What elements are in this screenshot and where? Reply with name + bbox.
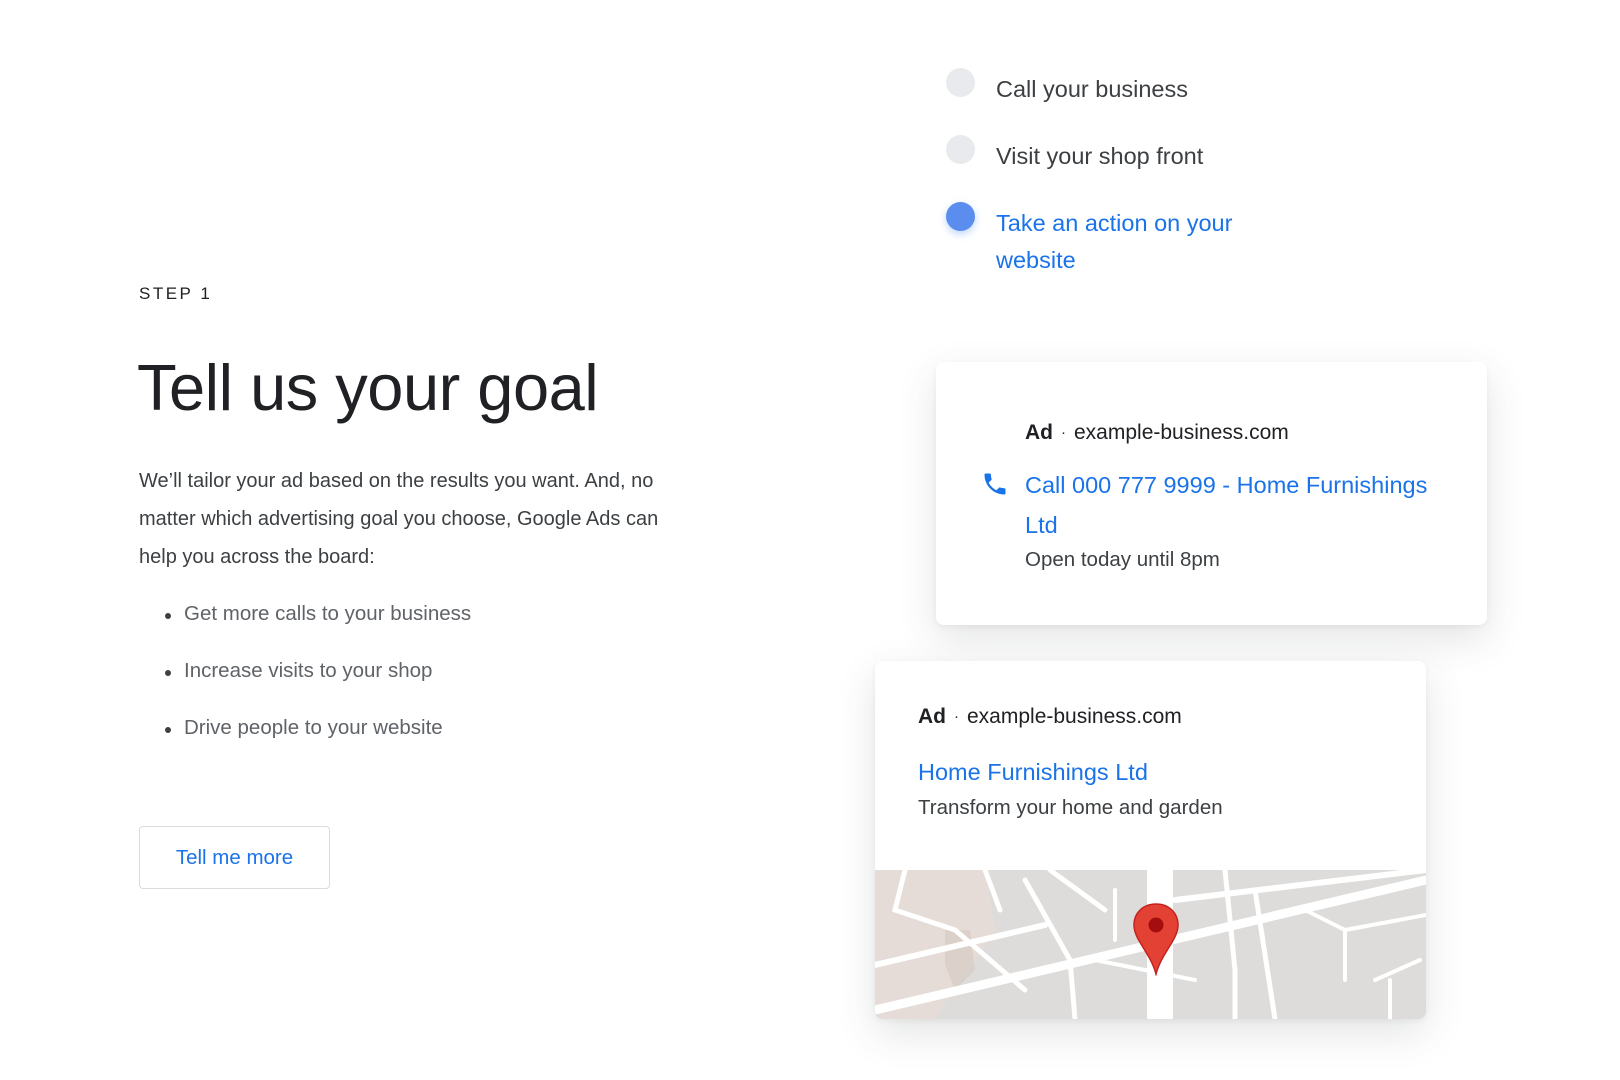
ad-domain: example-business.com (1074, 421, 1289, 444)
goal-option-label: Call your business (996, 76, 1189, 102)
bullet-icon (165, 670, 171, 676)
page: STEP 1 Tell us your goal We’ll tailor yo… (0, 0, 1620, 1080)
ad-domain: example-business.com (967, 705, 1182, 728)
tell-me-more-button[interactable]: Tell me more (139, 826, 330, 889)
ad-badge: Ad (918, 705, 946, 728)
bullet-icon (165, 727, 171, 733)
goal-option-label: Take an action on your website (996, 210, 1233, 273)
ad-badge: Ad (1025, 421, 1053, 444)
page-title: Tell us your goal (137, 351, 599, 424)
call-ad-title-link[interactable]: Call 000 777 9999 - Home Furnishings Ltd (1025, 465, 1455, 545)
goal-description: We’ll tailor your ad based on the result… (139, 470, 659, 568)
call-ad-hours: Open today until 8pm (1025, 548, 1220, 571)
goal-option-label: Visit your shop front (996, 143, 1204, 169)
separator: · (954, 708, 959, 725)
radio-icon[interactable] (946, 68, 975, 97)
bullet-icon (165, 613, 171, 619)
call-ad-card: Ad · example-business.com Call 000 777 999… (936, 362, 1487, 625)
store-ad-tagline: Transform your home and garden (918, 796, 1223, 819)
benefit-item-visits: Increase visits to your shop (139, 659, 471, 716)
store-ad-title-link[interactable]: Home Furnishings Ltd (918, 752, 1148, 792)
radio-selected-icon[interactable] (946, 202, 975, 231)
benefit-text: Increase visits to your shop (184, 659, 433, 682)
benefit-text: Get more calls to your business (184, 602, 472, 625)
phone-icon (984, 473, 1006, 495)
separator: · (1061, 424, 1066, 441)
ad-header: Ad · example-business.com (918, 705, 1182, 729)
benefit-text: Drive people to your website (184, 716, 443, 739)
ad-header: Ad · example-business.com (1025, 421, 1289, 445)
store-ad-card: Ad · example-business.com Home Furnishings… (875, 661, 1426, 1019)
benefit-item-calls: Get more calls to your business (139, 602, 471, 659)
benefits-list: Get more calls to your business Increase… (139, 602, 471, 773)
radio-icon[interactable] (946, 135, 975, 164)
step-label: STEP 1 (139, 284, 213, 303)
benefit-item-website: Drive people to your website (139, 716, 471, 773)
store-map[interactable] (875, 870, 1426, 1019)
map-pin-icon (1133, 903, 1179, 976)
